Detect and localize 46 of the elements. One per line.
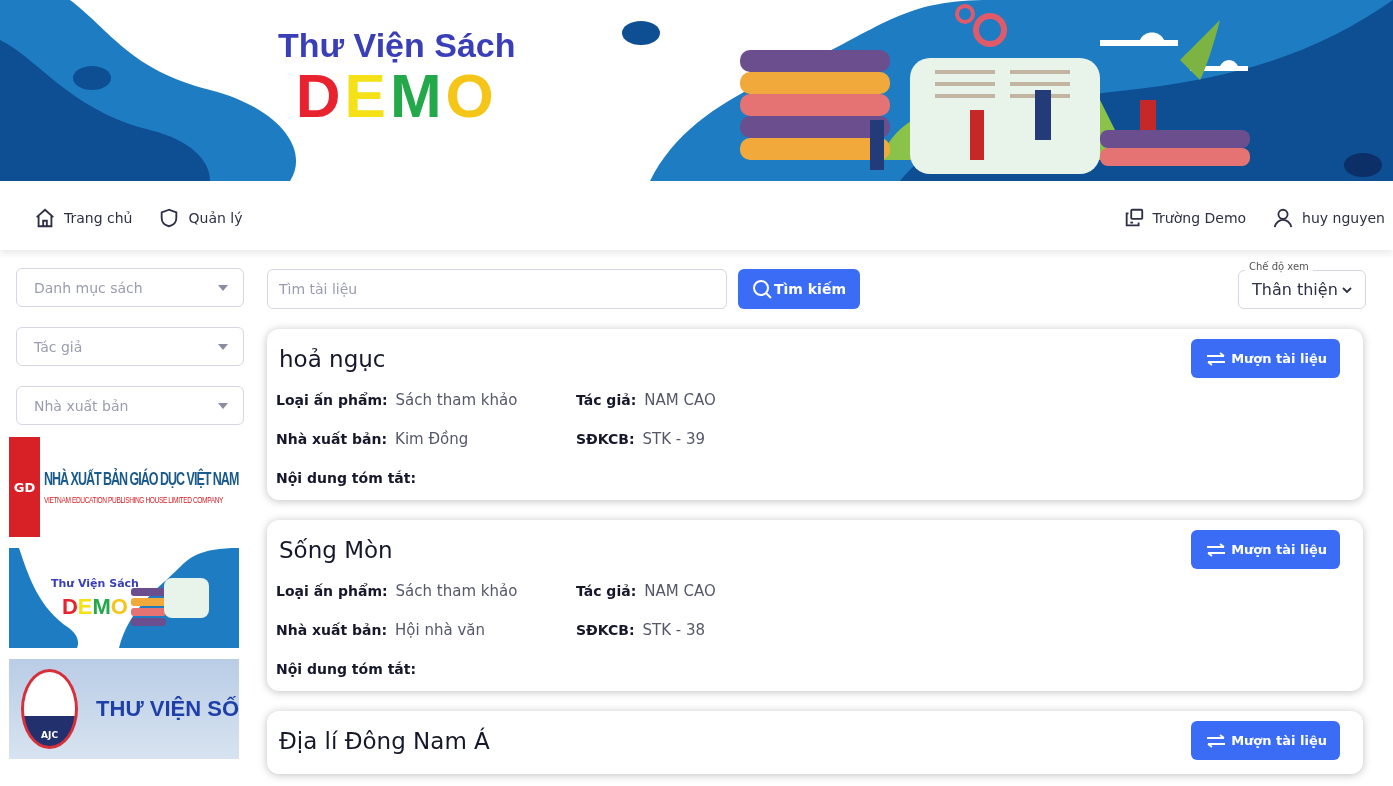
field-label: Tác giả: [576,583,637,599]
publisher-logo[interactable]: GD NHÀ XUẤT BẢN GIÁO DỤC VIỆT NAM VIETNAM EDUCATION PUBLISHING HOUSE LIMITED COMPANY [9,437,239,537]
dropdown-caret-icon [218,284,228,291]
nav-link[interactable]: Trường Demo [1122,206,1247,229]
search-button[interactable]: Tìm kiếm [738,268,860,309]
search-icon [752,278,772,299]
book-title: Sống Mòn [279,536,393,563]
field-label: SĐKCB: [576,431,635,447]
swap-arrows-icon [1205,542,1228,557]
book-title: hoả ngục [279,345,386,372]
field-value: NAM CAO [644,582,716,600]
field-label: SĐKCB: [576,622,635,638]
swap-arrows-icon [1205,351,1228,366]
view-mode-label: Chế độ xem [1245,261,1313,272]
field-label: Nhà xuất bản: [276,431,388,447]
nav-link[interactable]: huy nguyen [1272,206,1385,229]
field-value: NAM CAO [644,391,716,409]
search-field[interactable]: Tìm tài liệu [267,268,727,309]
book-title: Địa lí Đông Nam Á [279,727,490,754]
borrow-button[interactable]: Mượn tài liệu [1191,530,1340,569]
field-value: Kim Đồng [395,430,469,448]
nav-link[interactable]: Quản lý [158,206,243,229]
field-value: Hội nhà văn [395,621,485,639]
banner-subtitle: DEMO [295,65,498,127]
field-label: Tác giả: [576,392,637,408]
digital-library-logo[interactable]: AJC THƯ VIỆN SỐ [9,659,239,759]
user-icon [1272,206,1295,229]
home-icon [34,206,56,229]
nav-link[interactable]: Trang chủ [34,206,133,229]
field-label: Loại ấn phẩm: [276,392,388,408]
dropdown-caret-icon [218,402,228,409]
library-banner-logo[interactable]: Thư Viện Sách DEMO [9,548,239,648]
field-value: Sách tham khảo [395,391,518,409]
dropdown-caret-icon [218,343,228,350]
field-label: Nhà xuất bản: [276,622,388,638]
field-value: Sách tham khảo [395,582,518,600]
borrow-button[interactable]: Mượn tài liệu [1191,339,1340,378]
summary-label: Nội dung tóm tắt: [276,470,418,486]
field-value: STK - 39 [642,430,706,448]
swap-arrows-icon [1205,733,1228,748]
field-value: STK - 38 [642,621,706,639]
chevron-down-icon [1341,285,1353,294]
summary-label: Nội dung tóm tắt: [276,661,418,677]
field-label: Loại ấn phẩm: [276,583,388,599]
borrow-button[interactable]: Mượn tài liệu [1191,721,1340,760]
banner-title: Thư Viện Sách [278,26,516,65]
